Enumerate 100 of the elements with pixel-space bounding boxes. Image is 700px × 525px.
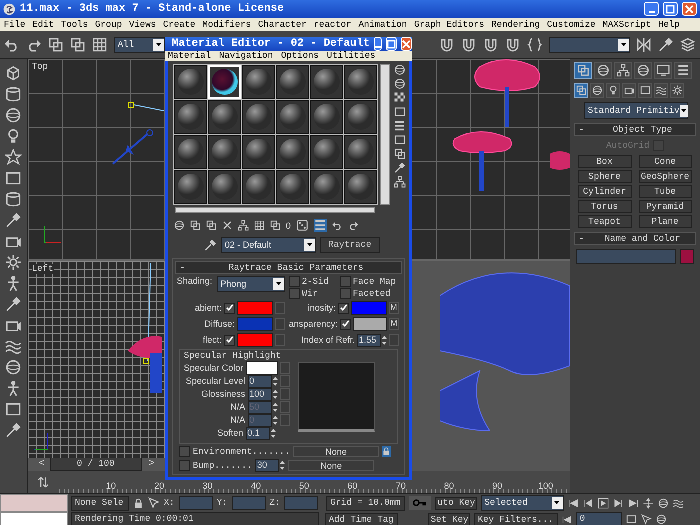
go-sibling-icon[interactable] [348, 220, 360, 231]
gear-icon[interactable] [5, 254, 22, 271]
menu-item[interactable]: reactor [314, 20, 352, 30]
coordinate-field[interactable] [232, 496, 266, 510]
magnet-icon[interactable] [439, 36, 455, 52]
cubes-icon[interactable] [5, 65, 22, 82]
map-button[interactable]: M [389, 318, 399, 330]
spinner-arrows-icon[interactable] [272, 414, 278, 426]
sphere-icon[interactable] [5, 359, 22, 376]
shading-dropdown[interactable]: Phong [216, 276, 285, 292]
selection-filter-dropdown[interactable]: All [114, 36, 165, 52]
spinner-arrows-icon[interactable] [272, 376, 278, 386]
menu-item[interactable]: MAXScript [602, 20, 652, 30]
dropdown-caret-icon[interactable] [154, 40, 162, 48]
menu-item[interactable]: Rendering [492, 20, 540, 30]
grid-icon[interactable] [92, 36, 108, 52]
backlight-icon[interactable] [394, 78, 406, 90]
go-parent-icon[interactable] [332, 220, 344, 231]
pan-icon[interactable] [642, 498, 654, 508]
video-check-icon[interactable] [394, 120, 406, 132]
object-type-button[interactable]: Torus [578, 200, 632, 213]
go-to-end-icon[interactable] [628, 498, 639, 508]
object-type-button[interactable]: Tube [638, 185, 692, 198]
color-swatch[interactable] [351, 301, 387, 315]
menu-item[interactable]: Animation [358, 20, 408, 30]
overlapping-squares-icon[interactable] [48, 36, 64, 52]
maximize-button[interactable] [663, 2, 678, 16]
checkbox[interactable] [179, 460, 190, 471]
previous-frame-button[interactable]: < [36, 458, 48, 469]
collapse-toggle[interactable]: - [579, 124, 584, 134]
cursor-icon[interactable] [148, 497, 160, 509]
panel-icon[interactable] [5, 401, 22, 418]
category-dropdown[interactable]: Standard Primitiv [584, 102, 688, 119]
sphere-icon[interactable] [5, 107, 22, 124]
key-icon[interactable] [408, 496, 431, 510]
sample-type-icon[interactable] [394, 64, 406, 76]
menu-item[interactable]: File [4, 20, 26, 30]
viewport-label[interactable]: Top [32, 62, 48, 72]
figure-icon[interactable] [5, 275, 22, 292]
figure-icon[interactable] [5, 380, 22, 397]
map-button[interactable]: M [389, 302, 399, 314]
put-library-icon[interactable] [270, 220, 281, 231]
color-swatch[interactable] [237, 333, 273, 347]
waves-icon[interactable] [5, 338, 22, 355]
menu-item[interactable]: Options [281, 51, 320, 61]
object-type-button[interactable]: Teapot [578, 215, 632, 228]
maximize-button[interactable] [386, 37, 398, 51]
vertical-scrollbar[interactable] [380, 64, 390, 205]
spinner-arrows-icon[interactable] [382, 334, 387, 346]
options-icon[interactable] [394, 148, 406, 160]
material-type-button[interactable]: Raytrace [320, 237, 380, 253]
collapse-toggle[interactable]: - [180, 262, 186, 272]
color-swatch[interactable] [246, 361, 278, 375]
sample-uv-icon[interactable] [394, 106, 406, 118]
spinner-field[interactable]: 1.55 [357, 334, 381, 346]
script-output-field[interactable] [0, 512, 68, 525]
object-type-button[interactable]: Sphere [578, 170, 632, 183]
cylinder-icon[interactable] [5, 191, 22, 208]
coordinate-field[interactable] [284, 496, 318, 510]
color-swatch[interactable] [680, 249, 694, 264]
play-icon[interactable] [598, 498, 609, 508]
checkbox[interactable] [340, 288, 351, 299]
horizontal-scrollbar[interactable] [175, 207, 375, 213]
named-selection-dropdown[interactable] [549, 36, 630, 52]
dropdown-caret-icon[interactable] [553, 499, 562, 507]
spinner-field[interactable]: 0 [248, 374, 272, 388]
layers-icon[interactable] [680, 36, 696, 52]
dropdown-caret-icon[interactable] [306, 241, 314, 249]
menu-item[interactable]: Group [95, 20, 122, 30]
spinner-field[interactable]: 30 [255, 459, 280, 472]
magnet-icon[interactable] [461, 36, 477, 52]
checkbox[interactable] [224, 302, 235, 314]
menu-item[interactable]: Graph Editors [414, 20, 485, 30]
spinner-arrows-icon[interactable] [270, 428, 276, 438]
checker-icon[interactable] [394, 92, 406, 104]
menu-item[interactable]: Customize [547, 20, 596, 30]
cylinder-icon[interactable] [5, 86, 22, 103]
menu-item[interactable]: Navigation [219, 51, 274, 61]
unique-icon[interactable] [254, 220, 265, 231]
menu-item[interactable]: Views [129, 20, 156, 30]
viewport-label[interactable]: Left [32, 264, 54, 274]
minimize-button[interactable] [374, 37, 382, 51]
dropdown-caret-icon[interactable] [680, 106, 688, 114]
coordinate-field[interactable] [178, 496, 213, 510]
material-name-dropdown[interactable]: 02 - Default [221, 237, 316, 253]
put-material-icon[interactable] [190, 220, 201, 231]
waves-icon[interactable] [672, 498, 684, 508]
dropdown-caret-icon[interactable] [620, 40, 628, 48]
preview-icon[interactable] [394, 134, 406, 146]
magnet-icon[interactable] [505, 36, 521, 52]
collapse-toggle[interactable]: - [579, 234, 584, 244]
assign-material-icon[interactable] [206, 220, 217, 231]
color-swatch[interactable] [353, 317, 388, 331]
show-map-icon[interactable] [314, 219, 328, 232]
squares-icon[interactable] [70, 36, 86, 52]
checkbox[interactable] [224, 334, 235, 346]
name-field[interactable] [576, 249, 676, 264]
dice-icon[interactable] [296, 219, 310, 232]
menu-item[interactable]: Edit [32, 20, 54, 30]
previous-frame-icon[interactable] [582, 498, 594, 508]
